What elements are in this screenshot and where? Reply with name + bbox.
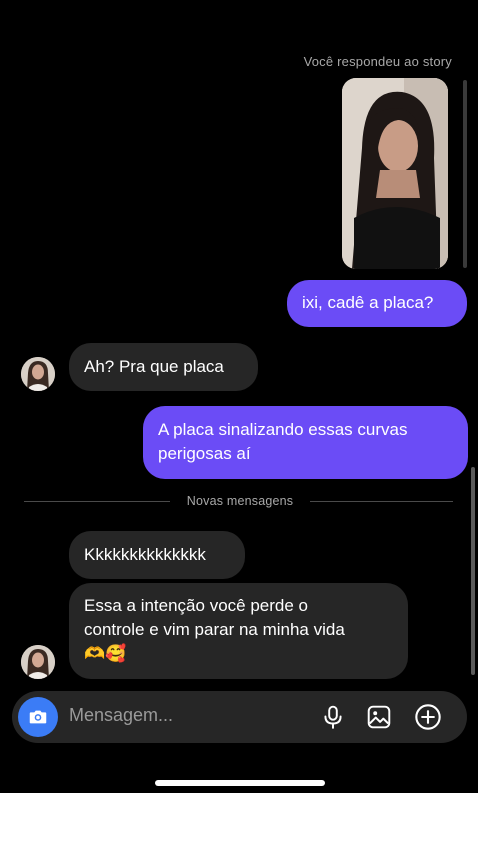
- add-button[interactable]: [413, 702, 443, 732]
- message-input[interactable]: Mensagem...: [69, 705, 289, 726]
- message-composer: Mensagem...: [12, 691, 467, 743]
- message-text-line: perigosas aí: [158, 444, 251, 463]
- image-icon: [367, 705, 391, 729]
- outgoing-message-bubble[interactable]: ixi, cadê a placa?: [287, 280, 467, 327]
- message-text-line: controle e vim parar na minha vida: [84, 620, 345, 639]
- avatar-image: [21, 645, 55, 679]
- incoming-message-bubble[interactable]: Kkkkkkkkkkkkkk: [69, 531, 245, 579]
- scrollbar[interactable]: [471, 467, 475, 675]
- home-indicator[interactable]: [155, 780, 325, 786]
- message-text: Kkkkkkkkkkkkkk: [84, 545, 206, 564]
- new-messages-divider-line: [24, 501, 170, 502]
- gallery-button[interactable]: [364, 702, 394, 732]
- contact-avatar[interactable]: [21, 645, 55, 679]
- message-text: ixi, cadê a placa?: [302, 293, 434, 312]
- incoming-message-bubble[interactable]: Essa a intenção você perde o controle e …: [69, 583, 408, 679]
- chat-screen: Você respondeu ao story ixi, cadê a plac…: [0, 0, 478, 793]
- incoming-message-bubble[interactable]: Ah? Pra que placa: [69, 343, 258, 391]
- new-messages-divider-label: Novas mensagens: [186, 494, 294, 508]
- microphone-button[interactable]: [318, 702, 348, 732]
- microphone-icon: [324, 705, 342, 729]
- new-messages-divider-line: [310, 501, 453, 502]
- contact-avatar[interactable]: [21, 357, 55, 391]
- avatar-image: [21, 357, 55, 391]
- message-text-line: A placa sinalizando essas curvas: [158, 420, 408, 439]
- message-text-line: Essa a intenção você perde o: [84, 596, 308, 615]
- message-text: Ah? Pra que placa: [84, 357, 224, 376]
- plus-circle-icon: [415, 704, 441, 730]
- story-reply-bar: [463, 80, 467, 268]
- camera-icon: [29, 710, 47, 724]
- story-thumbnail[interactable]: [342, 78, 448, 269]
- message-emoji-line: 🫶🥰: [84, 644, 127, 663]
- outgoing-message-bubble[interactable]: A placa sinalizando essas curvas perigos…: [143, 406, 468, 479]
- story-reply-caption: Você respondeu ao story: [303, 54, 452, 69]
- camera-button[interactable]: [18, 697, 58, 737]
- story-portrait-image: [342, 78, 448, 269]
